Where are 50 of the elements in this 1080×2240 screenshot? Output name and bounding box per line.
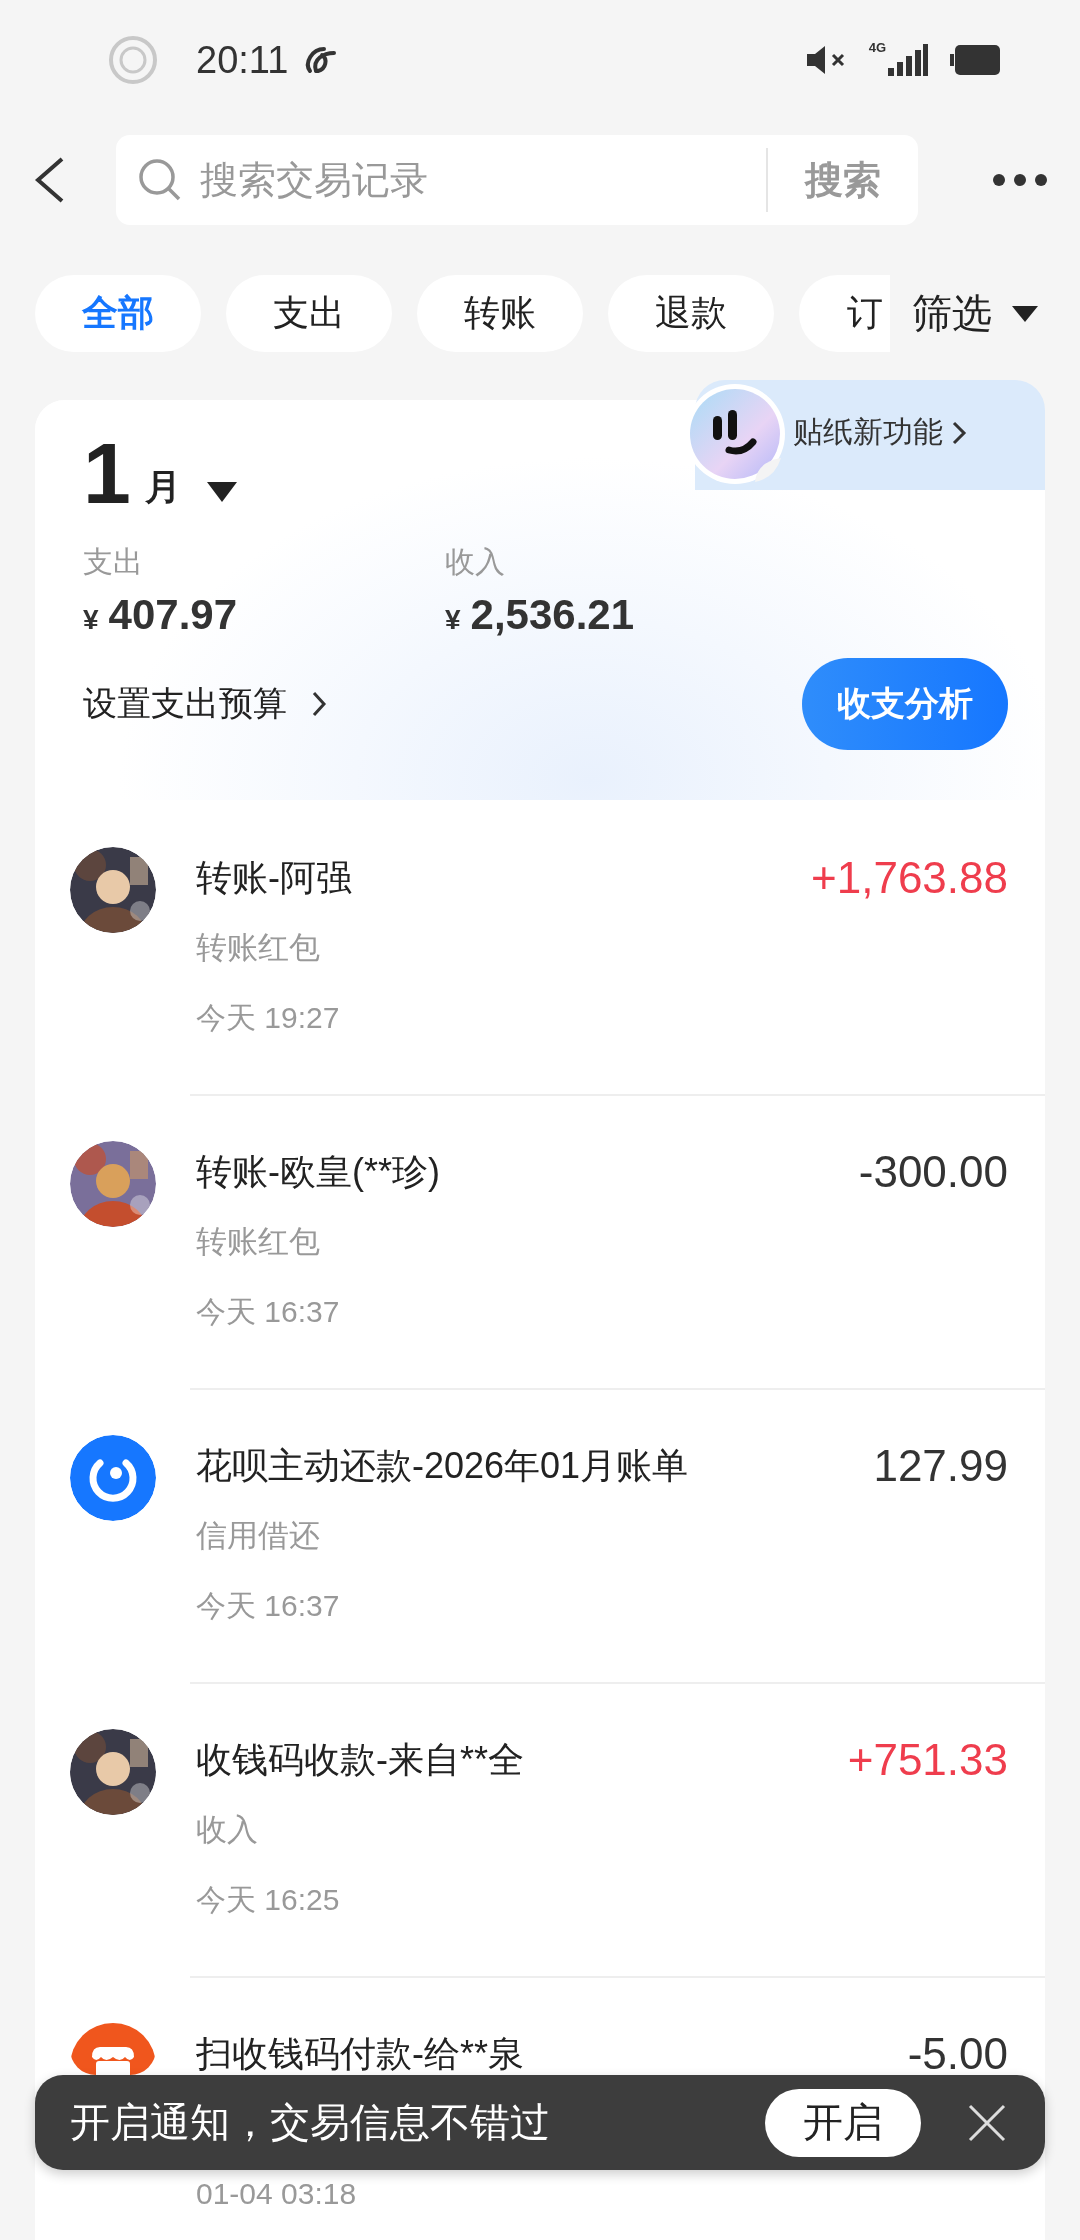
transaction-amount: 127.99 (873, 1440, 1008, 1492)
enable-button[interactable]: 开启 (765, 2088, 921, 2157)
transaction-time: 01-04 03:18 (196, 2176, 358, 2212)
currency-sign: ¥ (445, 604, 461, 636)
budget-link[interactable]: 设置支出预算 (83, 681, 327, 727)
chevron-icon (311, 690, 327, 718)
transaction-amount: +751.33 (847, 1734, 1008, 1786)
currency-sign: ¥ (83, 604, 99, 636)
filter-tab[interactable]: 转账 (417, 275, 583, 352)
transaction-time: 今天 16:37 (196, 1588, 341, 1624)
analysis-button[interactable]: 收支分析 (802, 658, 1008, 750)
expense-amount: 407.97 (108, 591, 238, 639)
network-label: 4G (868, 40, 886, 55)
more-icon[interactable] (992, 173, 1048, 187)
transaction-amount: -5.00 (907, 2028, 1008, 2080)
expense-label: 支出 (83, 544, 144, 580)
sticker-link[interactable]: 贴纸新功能 (793, 412, 967, 453)
credit-icon (70, 1435, 156, 1521)
chevron-icon (951, 419, 967, 446)
toast-message: 开启通知，交易信息不错过 (70, 2099, 551, 2146)
filter-button[interactable]: 筛选 (912, 286, 1038, 341)
transaction-category: 收入 (196, 1811, 259, 1849)
circle-icon (108, 35, 158, 85)
battery-icon (950, 45, 1000, 75)
transaction-category: 转账红包 (196, 1223, 321, 1261)
close-icon[interactable] (967, 2102, 1007, 2143)
month-number[interactable]: 1 (83, 430, 131, 516)
income-amount: 2,536.21 (470, 591, 635, 639)
filter-tab[interactable]: 全部 (35, 275, 201, 352)
income-label: 收入 (445, 544, 506, 580)
signal-icon (888, 44, 928, 76)
transaction-time: 今天 16:37 (196, 1294, 341, 1330)
transaction-category: 转账红包 (196, 929, 321, 967)
transaction-amount: +1,763.88 (811, 852, 1008, 904)
transaction-title[interactable]: 花呗主动还款-2026年01月账单 (196, 1440, 874, 1492)
transaction-title[interactable]: 转账-阿强 (196, 852, 812, 904)
filter-tab[interactable]: 支出 (226, 275, 392, 352)
clock: 20:11 (196, 38, 289, 82)
dropdown-icon[interactable] (206, 482, 237, 502)
search-icon (138, 158, 182, 202)
filter-tab[interactable]: 退款 (608, 275, 774, 352)
transaction-title[interactable]: 收钱码收款-来自**全 (196, 1734, 848, 1786)
transaction-title[interactable]: 转账-欧皇(**珍) (196, 1146, 859, 1198)
transaction-category: 信用借还 (196, 1517, 321, 1555)
filter-tab[interactable]: 订 (799, 275, 890, 352)
transaction-amount: -300.00 (858, 1146, 1008, 1198)
transaction-time: 今天 16:25 (196, 1882, 341, 1918)
dropdown-icon (1012, 305, 1038, 322)
month-unit[interactable]: 月 (144, 463, 181, 512)
transaction-time: 今天 19:27 (196, 1000, 341, 1036)
